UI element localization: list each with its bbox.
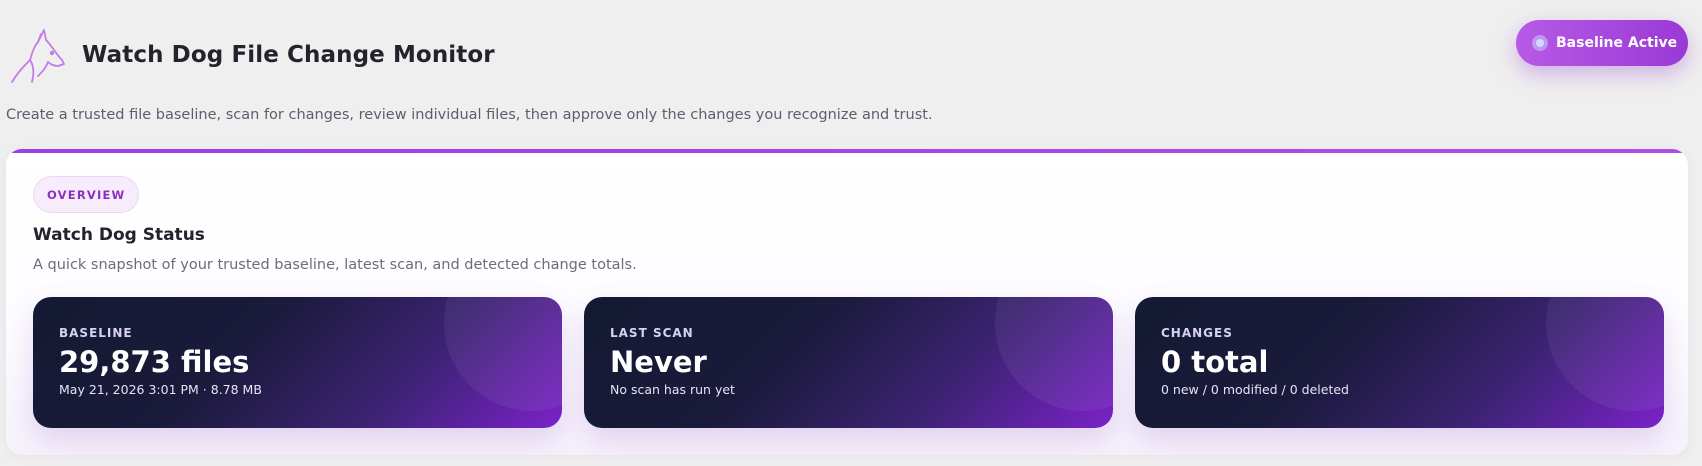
baseline-active-button[interactable]: Baseline Active — [1516, 20, 1688, 66]
card-label: LAST SCAN — [610, 326, 694, 340]
section-subtitle: A quick snapshot of your trusted baselin… — [33, 257, 637, 273]
app-title: Watch Dog File Change Monitor — [82, 42, 495, 68]
overview-tag: OVERVIEW — [33, 176, 140, 213]
last-scan-card: LAST SCAN Never No scan has run yet — [584, 297, 1113, 428]
card-detail: No scan has run yet — [610, 382, 735, 397]
status-dot-icon — [1532, 35, 1548, 51]
panel-accent-bar — [6, 149, 1688, 153]
watchdog-page: Watch Dog File Change Monitor Baseline A… — [0, 0, 1702, 466]
app-header: Watch Dog File Change Monitor Baseline A… — [0, 0, 1702, 100]
card-label: BASELINE — [59, 326, 133, 340]
status-cards: BASELINE 29,873 files May 21, 2026 3:01 … — [33, 297, 1664, 428]
card-detail: May 21, 2026 3:01 PM · 8.78 MB — [59, 382, 262, 397]
overview-panel: OVERVIEW Watch Dog Status A quick snapsh… — [6, 149, 1688, 455]
card-value: Never — [610, 345, 707, 379]
intro-text: Create a trusted file baseline, scan for… — [6, 107, 933, 123]
card-value: 0 total — [1161, 345, 1269, 379]
card-value: 29,873 files — [59, 345, 250, 379]
changes-card: CHANGES 0 total 0 new / 0 modified / 0 d… — [1135, 297, 1664, 428]
baseline-active-label: Baseline Active — [1556, 35, 1678, 51]
baseline-card: BASELINE 29,873 files May 21, 2026 3:01 … — [33, 297, 562, 428]
section-title: Watch Dog Status — [33, 225, 205, 245]
dog-head-icon — [11, 29, 65, 83]
card-detail: 0 new / 0 modified / 0 deleted — [1161, 382, 1349, 397]
card-label: CHANGES — [1161, 326, 1233, 340]
